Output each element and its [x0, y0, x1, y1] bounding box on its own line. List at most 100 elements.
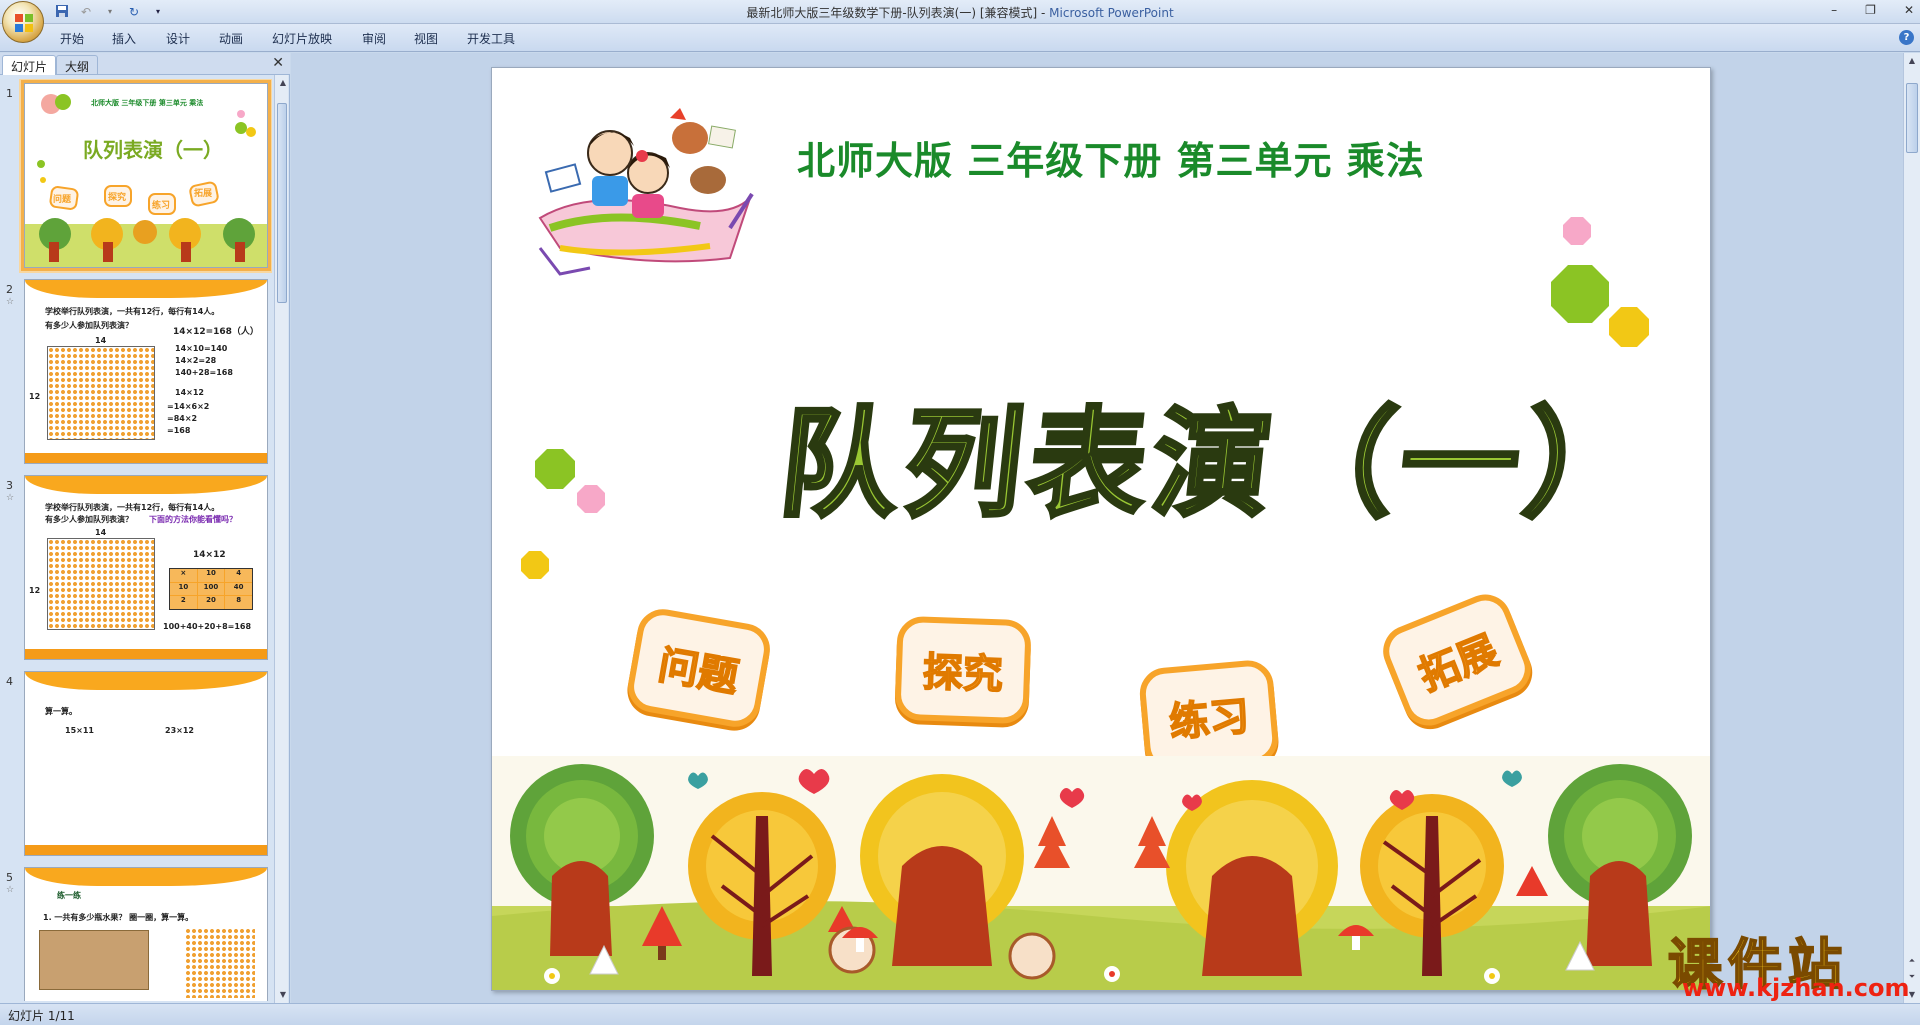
thumbnail-header-band: [25, 868, 267, 886]
tab-slides[interactable]: 幻灯片: [2, 55, 57, 75]
thumbnail-title: 队列表演（一）: [83, 138, 223, 162]
thumbnail-dot-grid: [185, 928, 255, 998]
scrollbar-thumb[interactable]: [277, 103, 287, 303]
thumbnail-row[interactable]: 4 算一算。 15×11 23×12: [0, 671, 272, 863]
tab-home[interactable]: 开始: [60, 30, 84, 47]
thumbnail-1-art: [25, 84, 267, 267]
slide-thumbnail-1[interactable]: 北师大版 三年级下册 第三单元 乘法 队列表演（一） 问题 探究 练习 拓展: [21, 80, 271, 271]
badge-explore[interactable]: 探究: [894, 615, 1032, 725]
yellow-octagon-decoration: [1609, 307, 1649, 347]
table-cell: 8: [225, 596, 252, 609]
close-icon[interactable]: ✕: [1904, 3, 1914, 17]
badge-question[interactable]: 问题: [623, 605, 775, 731]
thumbnail-expression: 15×11: [65, 726, 94, 735]
scroll-up-icon[interactable]: ▲: [1906, 55, 1918, 67]
tab-slideshow[interactable]: 幻灯片放映: [272, 30, 332, 47]
thumbnail-badge: 探究: [108, 193, 127, 203]
thumbnail-label: 14: [95, 528, 107, 537]
pink-octagon-decoration: [1563, 217, 1591, 245]
thumbnail-footer-band: [25, 649, 267, 659]
minimize-icon[interactable]: –: [1831, 3, 1837, 17]
thumbnail-equation: 100+40+20+8=168: [163, 622, 252, 631]
thumbnail-footer-band: [25, 453, 267, 463]
thumbnail-row[interactable]: 3 ☆ 学校举行队列表演，一共有12行，每行有14人。 有多少人参加队列表演？ …: [0, 475, 272, 667]
slide-number: 1: [6, 87, 13, 100]
kids-reading-illustration: [538, 108, 754, 276]
thumbnail-header-band: [25, 476, 267, 494]
thumbnail-step: =168: [167, 426, 191, 435]
table-cell: ×: [170, 569, 197, 582]
thumbnail-label: 12: [29, 586, 41, 595]
slide-number: 4: [6, 675, 13, 688]
thumbnail-row[interactable]: 1 北师大版 三年级下册 第三单元 乘法 队列表演（一） 问题 探究 练习 拓展: [0, 80, 272, 275]
animation-icon: ☆: [6, 885, 15, 895]
status-bar: 幻灯片 1/11: [0, 1003, 1920, 1025]
pink-octagon-decoration: [577, 485, 605, 513]
pane-tabs: 幻灯片 大纲 ✕: [0, 53, 290, 75]
help-icon[interactable]: ?: [1899, 30, 1914, 45]
window-title: 最新北师大版三年级数学下册-队列表演(一) [兼容模式] - Microsoft…: [0, 4, 1920, 21]
thumbnail-badge: 问题: [53, 195, 72, 205]
forest-scene-illustration: [492, 756, 1710, 990]
slide-thumbnail-5[interactable]: 练一练 1. 一共有多少瓶水果？ 圈一圈，算一算。: [24, 867, 268, 1001]
thumbnail-step: =14×6×2: [167, 402, 210, 411]
table-cell: 20: [197, 596, 225, 609]
thumbnail-subtitle: 北师大版 三年级下册 第三单元 乘法: [91, 99, 204, 107]
thumbnail-picture: [39, 930, 149, 990]
slide-thumbnail-3[interactable]: 学校举行队列表演，一共有12行，每行有14人。 有多少人参加队列表演？ 下面的方…: [24, 475, 268, 660]
thumbnail-text: 下面的方法你能看懂吗？: [149, 515, 237, 524]
slide-editing-area: 北师大版 三年级下册 第三单元 乘法 队列表演（一） 问题 探究 练习 拓展: [291, 53, 1903, 1003]
thumbnail-text: 算一算。: [45, 707, 77, 716]
table-cell: 2: [170, 596, 197, 609]
green-octagon-decoration: [535, 449, 575, 489]
app-name: Microsoft PowerPoint: [1049, 6, 1174, 20]
thumbnail-step: 14×12: [175, 388, 204, 397]
thumbnail-step: =84×2: [167, 414, 198, 423]
slide-thumbnail-4[interactable]: 算一算。 15×11 23×12: [24, 671, 268, 856]
table-cell: 10: [170, 582, 197, 596]
thumbnail-text: 有多少人参加队列表演？: [45, 515, 133, 524]
watermark-url: www.kjzhan.com: [1682, 974, 1910, 1002]
tab-review[interactable]: 审阅: [362, 30, 386, 47]
thumbnail-badge: 练习: [152, 201, 171, 211]
table-cell: 40: [225, 582, 252, 596]
thumbnail-row[interactable]: 5 ☆ 练一练 1. 一共有多少瓶水果？ 圈一圈，算一算。: [0, 867, 272, 1001]
thumbnail-header-band: [25, 672, 267, 690]
thumbnail-multiplication-table: × 10 4 10 100 40 2 20 8: [169, 568, 253, 610]
ribbon-tabs: 开始 插入 设计 动画 幻灯片放映 审阅 视图 开发工具 ?: [0, 24, 1920, 52]
tab-design[interactable]: 设计: [166, 30, 190, 47]
tab-insert[interactable]: 插入: [112, 30, 136, 47]
thumbnail-equation: 14×12=168（人）: [173, 327, 259, 337]
restore-icon[interactable]: ❐: [1865, 3, 1876, 17]
thumbnail-step: 14×2=28: [175, 356, 217, 365]
slide-title[interactable]: 队列表演（一）: [772, 368, 1659, 539]
thumbnail-step: 140+28=168: [175, 368, 233, 377]
thumbnail-label: 14: [95, 336, 107, 345]
thumbnail-footer-band: [25, 845, 267, 855]
site-watermark: 课件站 www.kjzhan.com: [1667, 920, 1910, 1002]
slide-subtitle[interactable]: 北师大版 三年级下册 第三单元 乘法: [797, 130, 1425, 185]
badge-extend[interactable]: 拓展: [1375, 586, 1539, 734]
thumbnail-row[interactable]: 2 ☆ 学校举行队列表演，一共有12行，每行有14人。 有多少人参加队列表演？ …: [0, 279, 272, 471]
thumbnail-text: 有多少人参加队列表演？: [45, 321, 133, 330]
green-octagon-decoration: [1551, 265, 1609, 323]
office-logo-icon: [15, 14, 33, 32]
thumbnail-scrollbar[interactable]: ▲ ▼: [274, 75, 288, 1003]
office-button[interactable]: [2, 1, 44, 43]
tab-developer[interactable]: 开发工具: [467, 30, 515, 47]
scroll-up-icon[interactable]: ▲: [277, 77, 289, 89]
slides-pane: 幻灯片 大纲 ✕ 1 北师大版 三年级下册 第三单元 乘法 队列表演（一） 问题…: [0, 53, 290, 1003]
thumbnail-label: 12: [29, 392, 41, 401]
thumbnail-list: 1 北师大版 三年级下册 第三单元 乘法 队列表演（一） 问题 探究 练习 拓展…: [0, 79, 272, 1001]
thumbnail-header-band: [25, 280, 267, 298]
slide-thumbnail-2[interactable]: 学校举行队列表演，一共有12行，每行有14人。 有多少人参加队列表演？ 14×1…: [24, 279, 268, 464]
table-cell: 10: [197, 569, 225, 582]
slide-scrollbar[interactable]: ▲ ⏶ ⏷ ▼: [1903, 53, 1920, 1003]
current-slide[interactable]: 北师大版 三年级下册 第三单元 乘法 队列表演（一） 问题 探究 练习 拓展: [491, 67, 1711, 991]
tab-view[interactable]: 视图: [414, 30, 438, 47]
scrollbar-thumb[interactable]: [1906, 83, 1918, 153]
close-pane-icon[interactable]: ✕: [272, 55, 284, 71]
tab-outline[interactable]: 大纲: [56, 55, 99, 75]
scroll-down-icon[interactable]: ▼: [277, 989, 289, 1001]
tab-animations[interactable]: 动画: [219, 30, 243, 47]
